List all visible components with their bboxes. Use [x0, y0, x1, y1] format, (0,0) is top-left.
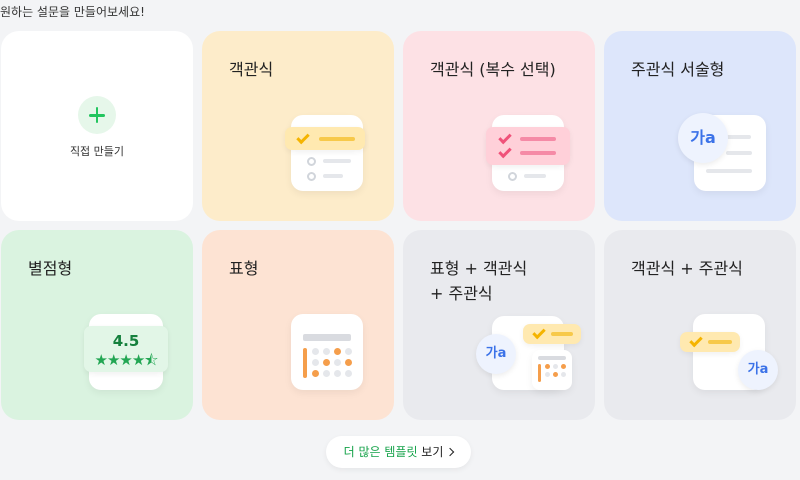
card-title: 객관식 (복수 선택) [430, 60, 556, 79]
more-highlight: 템플릿 [384, 445, 418, 459]
page-headline: 원하는 설문을 만들어보세요! [0, 5, 145, 19]
template-multiple-select[interactable]: 객관식 (복수 선택) [403, 31, 595, 221]
template-essay[interactable]: 주관식 서술형 가a [604, 31, 796, 221]
card-title: 별점형 [28, 259, 73, 278]
create-own-card[interactable]: 직접 만들기 [1, 31, 193, 221]
chevron-right-icon [446, 447, 455, 457]
template-multiple-choice[interactable]: 객관식 [202, 31, 394, 221]
more-prefix: 더 많은 [343, 445, 385, 459]
template-rating[interactable]: 별점형 4.5 ★★★★⯪ [1, 230, 193, 420]
card-title: 주관식 서술형 [631, 60, 725, 79]
card-title: 표형 [229, 259, 259, 278]
template-table[interactable]: 표형 [202, 230, 394, 420]
template-choice-essay[interactable]: 객관식 + 주관식 가a [604, 230, 796, 420]
card-title: 표형 + 객관식 + 주관식 [430, 259, 528, 303]
card-title: 객관식 + 주관식 [631, 259, 743, 278]
more-suffix: 보기 [417, 445, 444, 459]
create-own-label: 직접 만들기 [69, 145, 125, 158]
more-templates-button[interactable]: 더 많은 템플릿 보기 [326, 436, 471, 468]
template-table-choice-essay[interactable]: 표형 + 객관식 + 주관식 가a [403, 230, 595, 420]
plus-icon[interactable] [78, 96, 116, 134]
card-title: 객관식 [229, 60, 274, 79]
